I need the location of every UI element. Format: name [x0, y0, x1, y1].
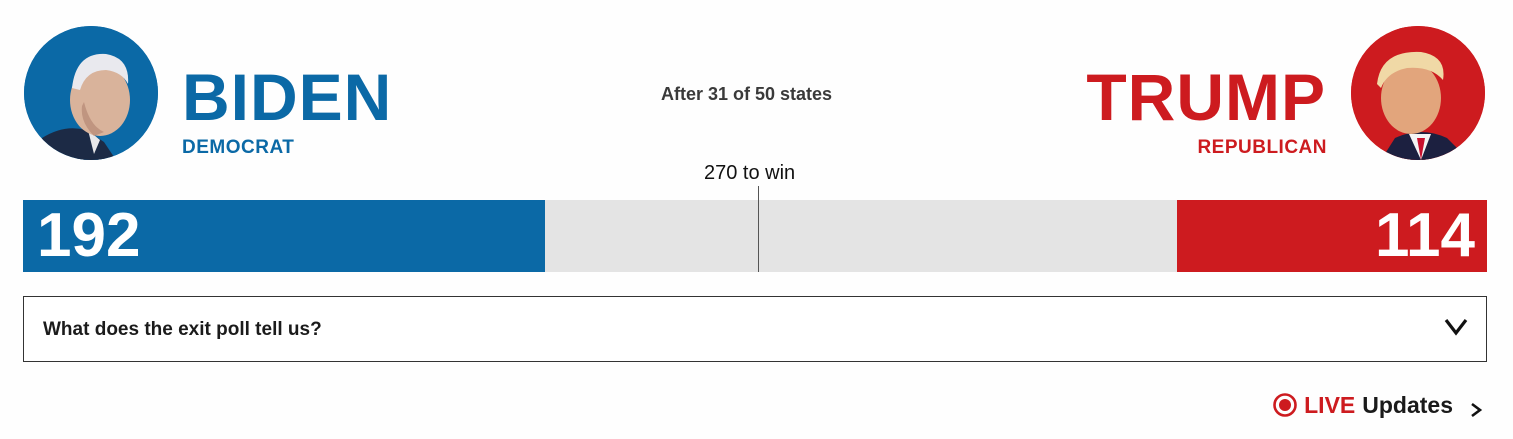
republican-party-label: REPUBLICAN	[1197, 137, 1327, 158]
republican-electoral-votes: 114	[1374, 201, 1475, 270]
live-updates-link[interactable]: LIVE Updates	[1272, 390, 1483, 420]
democrat-candidate-name: BIDEN	[182, 60, 393, 134]
threshold-label: 270 to win	[704, 162, 796, 184]
trump-portrait-icon	[1351, 26, 1485, 160]
states-declared-status: After 31 of 50 states	[661, 84, 833, 104]
live-indicator-icon	[1272, 392, 1298, 418]
republican-candidate-name: TRUMP	[1086, 60, 1326, 134]
page-heading-cropped	[0, 0, 1513, 8]
chevron-right-icon	[1469, 397, 1483, 418]
threshold-marker	[757, 186, 759, 272]
democrat-party-label: DEMOCRAT	[182, 137, 295, 158]
updates-label: Updates	[1362, 391, 1453, 418]
exit-poll-question: What does the exit poll tell us?	[43, 319, 322, 340]
biden-portrait-icon	[24, 26, 158, 160]
exit-poll-accordion[interactable]: What does the exit poll tell us?	[23, 296, 1487, 362]
electoral-vote-bar: 192 114	[23, 186, 1487, 272]
democrat-electoral-votes: 192	[37, 201, 141, 270]
live-label: LIVE	[1304, 391, 1356, 418]
chevron-down-icon[interactable]	[1444, 317, 1468, 337]
